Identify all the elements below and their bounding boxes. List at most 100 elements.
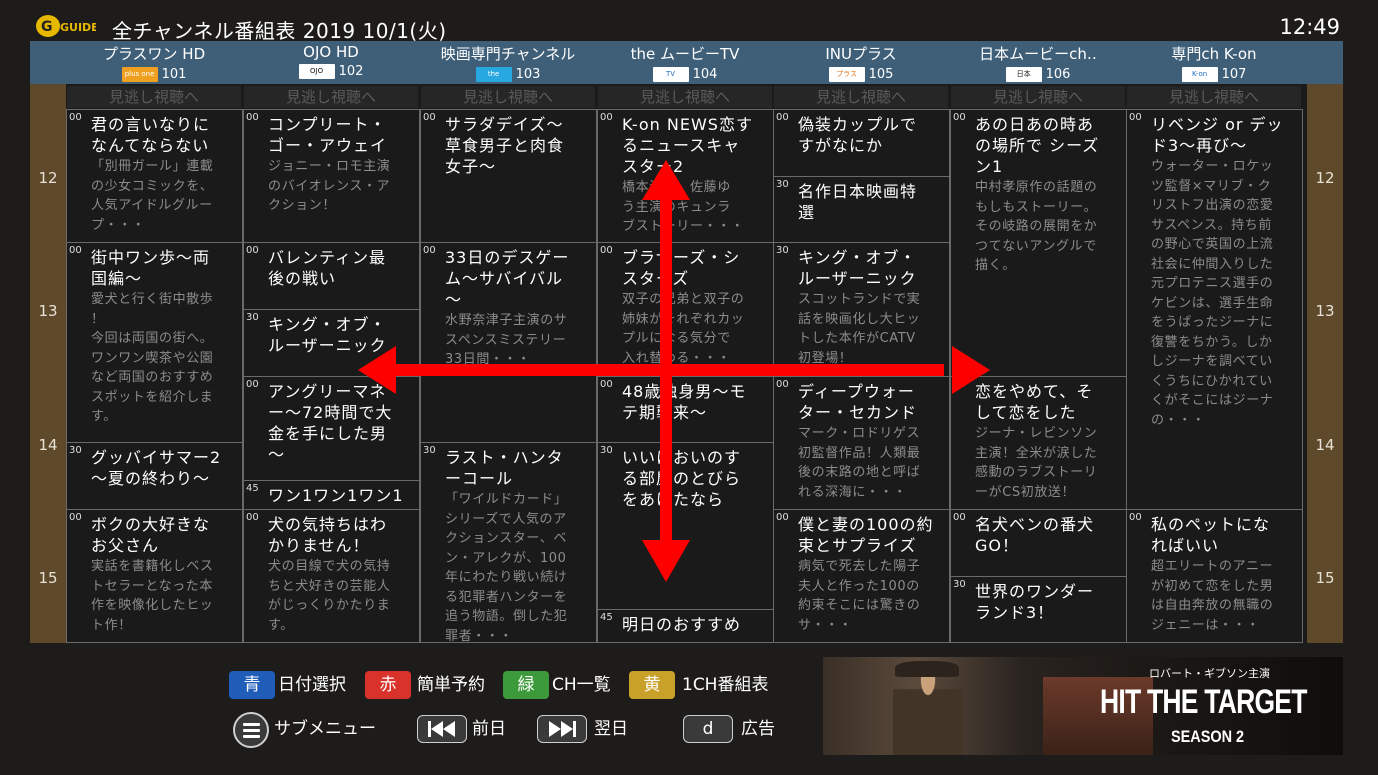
program-description: ジョニー・ロモ主演 のバイオレンス・ア クション！ — [268, 159, 391, 213]
program-cell[interactable]: 30 キング・オブ・ ルーザーニック — [243, 309, 420, 377]
channel-header[interactable]: INUプラス プラス 105 — [773, 41, 949, 84]
svg-text:G: G — [41, 19, 53, 35]
yellow-key[interactable]: 黄 — [629, 671, 675, 699]
program-start-minute: 30 — [776, 179, 789, 190]
program-cell[interactable]: 00 僕と妻の100の約 束とサプライズ 病気で死去した陽子 夫人と作った100の … — [773, 509, 950, 643]
d-key[interactable]: d — [683, 715, 733, 743]
previous-day-button[interactable] — [417, 715, 467, 743]
program-cell[interactable]: 00 街中ワン歩～両 国編～ 愛犬と行く街中散歩 ！ 今回は両国の街へ。 ワンワン喫… — [66, 242, 243, 443]
program-start-minute: 00 — [776, 512, 789, 523]
program-cell[interactable]: 00 恋をやめて、そ して恋をした ジーナ・レビンソン 主演！全米が涙した 感動のラ… — [950, 376, 1127, 510]
green-key[interactable]: 緑 — [503, 671, 549, 699]
program-title: 恋をやめて、そ して恋をした — [975, 382, 1094, 422]
channel-name: 専門ch K-on — [1171, 45, 1257, 63]
program-title: キング・オブ・ ルーザーニック — [798, 248, 917, 288]
program-cell[interactable]: 00 リベンジ or デッ ド3～再び～ ウォーター・ロケッ ツ監督×マリブ・ク リ… — [1126, 109, 1303, 510]
program-title: サラダデイズ～ 草食男子と肉食 女子～ — [445, 115, 565, 176]
channel-number: 101 — [161, 67, 187, 82]
program-start-minute: 00 — [1129, 512, 1142, 523]
program-start-minute: 30 — [423, 445, 436, 456]
missed-viewing-link[interactable]: 見逃し視聴へ — [421, 86, 595, 108]
program-cell[interactable]: 30 名作日本映画特 選 — [773, 176, 950, 243]
program-cell[interactable]: 00 あの日あの時あ の場所で シーズ ン1 中村孝原作の話題の もしもストーリー。… — [950, 109, 1127, 377]
program-title: 明日のおすすめ — [622, 615, 742, 634]
program-cell[interactable]: 30 いいにおいのす る部屋のとびら をあけたなら — [597, 442, 774, 610]
program-title: ブラザーズ・シ スターズ — [622, 248, 741, 288]
program-cell[interactable]: 00 アングリーマネ ー～72時間で大 金を手にした男 ～ — [243, 376, 420, 481]
program-start-minute: 00 — [953, 512, 966, 523]
submenu-icon[interactable] — [233, 712, 269, 748]
program-cell[interactable]: 00 君の言いなりに なんてならない 「別冊ガール」連載 の少女コミックを、 人気ア… — [66, 109, 243, 243]
blue-key[interactable]: 青 — [229, 671, 275, 699]
next-day-button[interactable] — [537, 715, 587, 743]
ad-subtitle: ロバート・ギブソン主演 — [1149, 667, 1270, 680]
program-description: 愛犬と行く街中散歩 ！ 今回は両国の街へ。 ワンワン喫茶や公園 など両国のおすす… — [91, 292, 214, 424]
program-cell[interactable]: 45 明日のおすすめ — [597, 609, 774, 643]
channel-logo-row: K-on 107 — [1126, 67, 1302, 82]
program-start-minute: 00 — [953, 112, 966, 123]
program-cell[interactable]: 00 犬の気持ちはわ かりません！ 犬の目線で犬の気持 ちと犬好きの芸能人 がじっく… — [243, 509, 420, 643]
program-start-minute: 45 — [246, 483, 259, 494]
program-cell[interactable]: 00 偽装カップルで すがなにか — [773, 109, 950, 177]
program-cell[interactable]: 00 コンプリート・ ゴー・アウェイ ジョニー・ロモ主演 のバイオレンス・ア クショ… — [243, 109, 420, 243]
advertisement-banner[interactable]: ロバート・ギブソン主演 HIT THE TARGET SEASON 2 — [823, 657, 1343, 755]
program-cell[interactable]: 00 ブラザーズ・シ スターズ 双子の兄弟と双子の 姉妹がそれぞれカッ プルになる気… — [597, 242, 774, 377]
program-start-minute: 30 — [246, 312, 259, 323]
previous-day-label: 前日 — [472, 719, 506, 739]
program-start-minute: 00 — [600, 112, 613, 123]
missed-viewing-link[interactable]: 見逃し視聴へ — [67, 86, 241, 108]
channel-header[interactable]: the ムービーTV TV 104 — [597, 41, 773, 84]
program-cell[interactable]: 00 バレンティン最 後の戦い — [243, 242, 420, 310]
hour-label: 13 — [1315, 302, 1335, 320]
program-cell[interactable]: 30 ラスト・ハンタ ーコール 「ワイルドカード」 シリーズで人気のア クションスタ… — [420, 442, 597, 643]
program-cell[interactable]: 00 K-on NEWS恋す るニュースキャ スター2 橋本海斗、佐藤ゆ う主演のキ… — [597, 109, 774, 243]
channel-number: 103 — [515, 67, 541, 82]
channel-name: the ムービーTV — [630, 45, 740, 63]
channel-header[interactable]: 映画専門チャンネル the MOVIE103 — [420, 41, 596, 93]
ad-title: HIT THE TARGET — [1100, 683, 1307, 721]
hour-label: 15 — [1315, 569, 1335, 587]
missed-viewing-link[interactable]: 見逃し視聴へ — [951, 86, 1125, 108]
ad-season: SEASON 2 — [1171, 727, 1245, 746]
program-start-minute: 00 — [423, 245, 436, 256]
program-description: マーク・ロドリゲス 初監督作品！人類最 後の末路の地と呼ば れる深海に・・・ — [798, 426, 921, 500]
missed-viewing-link[interactable]: 見逃し視聴へ — [244, 86, 418, 108]
program-description: 超エリートのアニー が初めて恋をした男 は自由奔放の無職の ジェニーは・・・ — [1151, 559, 1274, 633]
channel-header[interactable]: OJO HD OJO 102 — [243, 41, 419, 84]
program-start-minute: 00 — [246, 512, 259, 523]
channel-logo: プラス — [828, 67, 865, 82]
program-cell[interactable]: 30 グッバイサマー2 ～夏の終わり～ — [66, 442, 243, 510]
program-cell[interactable]: 30 世界のワンダー ランド3！ — [950, 576, 1127, 643]
program-start-minute: 00 — [246, 379, 259, 390]
channel-header[interactable]: 専門ch K-on K-on 107 — [1126, 41, 1302, 84]
g-guide-logo: G GUIDE — [36, 15, 96, 37]
program-cell[interactable]: 00 サラダデイズ～ 草食男子と肉食 女子～ — [420, 109, 597, 243]
program-cell[interactable]: 00 ボクの大好きな お父さん 実話を書籍化しベス トセラーとなった本 作を映像化し… — [66, 509, 243, 643]
program-cell[interactable]: 00 私のペットにな ればいい 超エリートのアニー が初めて恋をした男 は自由奔放の… — [1126, 509, 1303, 643]
program-cell[interactable]: 45 ワン1ワン1ワン1 — [243, 480, 420, 510]
program-title: あの日あの時あ の場所で シーズ ン1 — [975, 115, 1100, 176]
page-title: 全チャンネル番組表 2019 10/1(火) — [112, 19, 447, 43]
channel-header[interactable]: プラスワン HD plus one 101 — [66, 41, 242, 84]
program-cell[interactable]: 30 キング・オブ・ ルーザーニック スコットランドで実 話を映画化し大ヒッ トした… — [773, 242, 950, 377]
program-cell[interactable]: 00 ディープウォー ター・セカンド マーク・ロドリゲス 初監督作品！人類最 後の末… — [773, 376, 950, 510]
program-title: 君の言いなりに なんてならない — [91, 115, 211, 155]
program-cell[interactable]: 00 名犬ベンの番犬 GO！ — [950, 509, 1127, 577]
skip-back-icon — [428, 721, 455, 737]
channel-name: INUプラス — [825, 45, 897, 63]
hour-label: 15 — [38, 569, 58, 587]
missed-viewing-link[interactable]: 見逃し視聴へ — [598, 86, 772, 108]
red-key[interactable]: 赤 — [365, 671, 411, 699]
program-cell[interactable]: 00 48歳独身男～モ テ期襲来～ — [597, 376, 774, 443]
program-description: 犬の目線で犬の気持 ちと犬好きの芸能人 がじっくりかたりま す。 — [268, 559, 391, 633]
channel-header[interactable]: 日本ムービーch‥ 日本 106 — [950, 41, 1126, 84]
program-start-minute: 00 — [69, 112, 82, 123]
missed-viewing-link[interactable]: 見逃し視聴へ — [774, 86, 948, 108]
channel-logo: the MOVIE — [475, 67, 512, 93]
channel-logo: OJO — [298, 64, 335, 79]
program-cell[interactable]: 00 33日のデスゲー ム～サバイバル ～水野奈津子主演のサ スペンスミステリー … — [420, 242, 597, 443]
program-start-minute: 00 — [953, 379, 966, 390]
clock: 12:49 — [1279, 15, 1340, 39]
missed-viewing-link[interactable]: 見逃し視聴へ — [1127, 86, 1301, 108]
epg-screen: G GUIDE 全チャンネル番組表 2019 10/1(火) 12:49 プラス… — [0, 0, 1378, 775]
